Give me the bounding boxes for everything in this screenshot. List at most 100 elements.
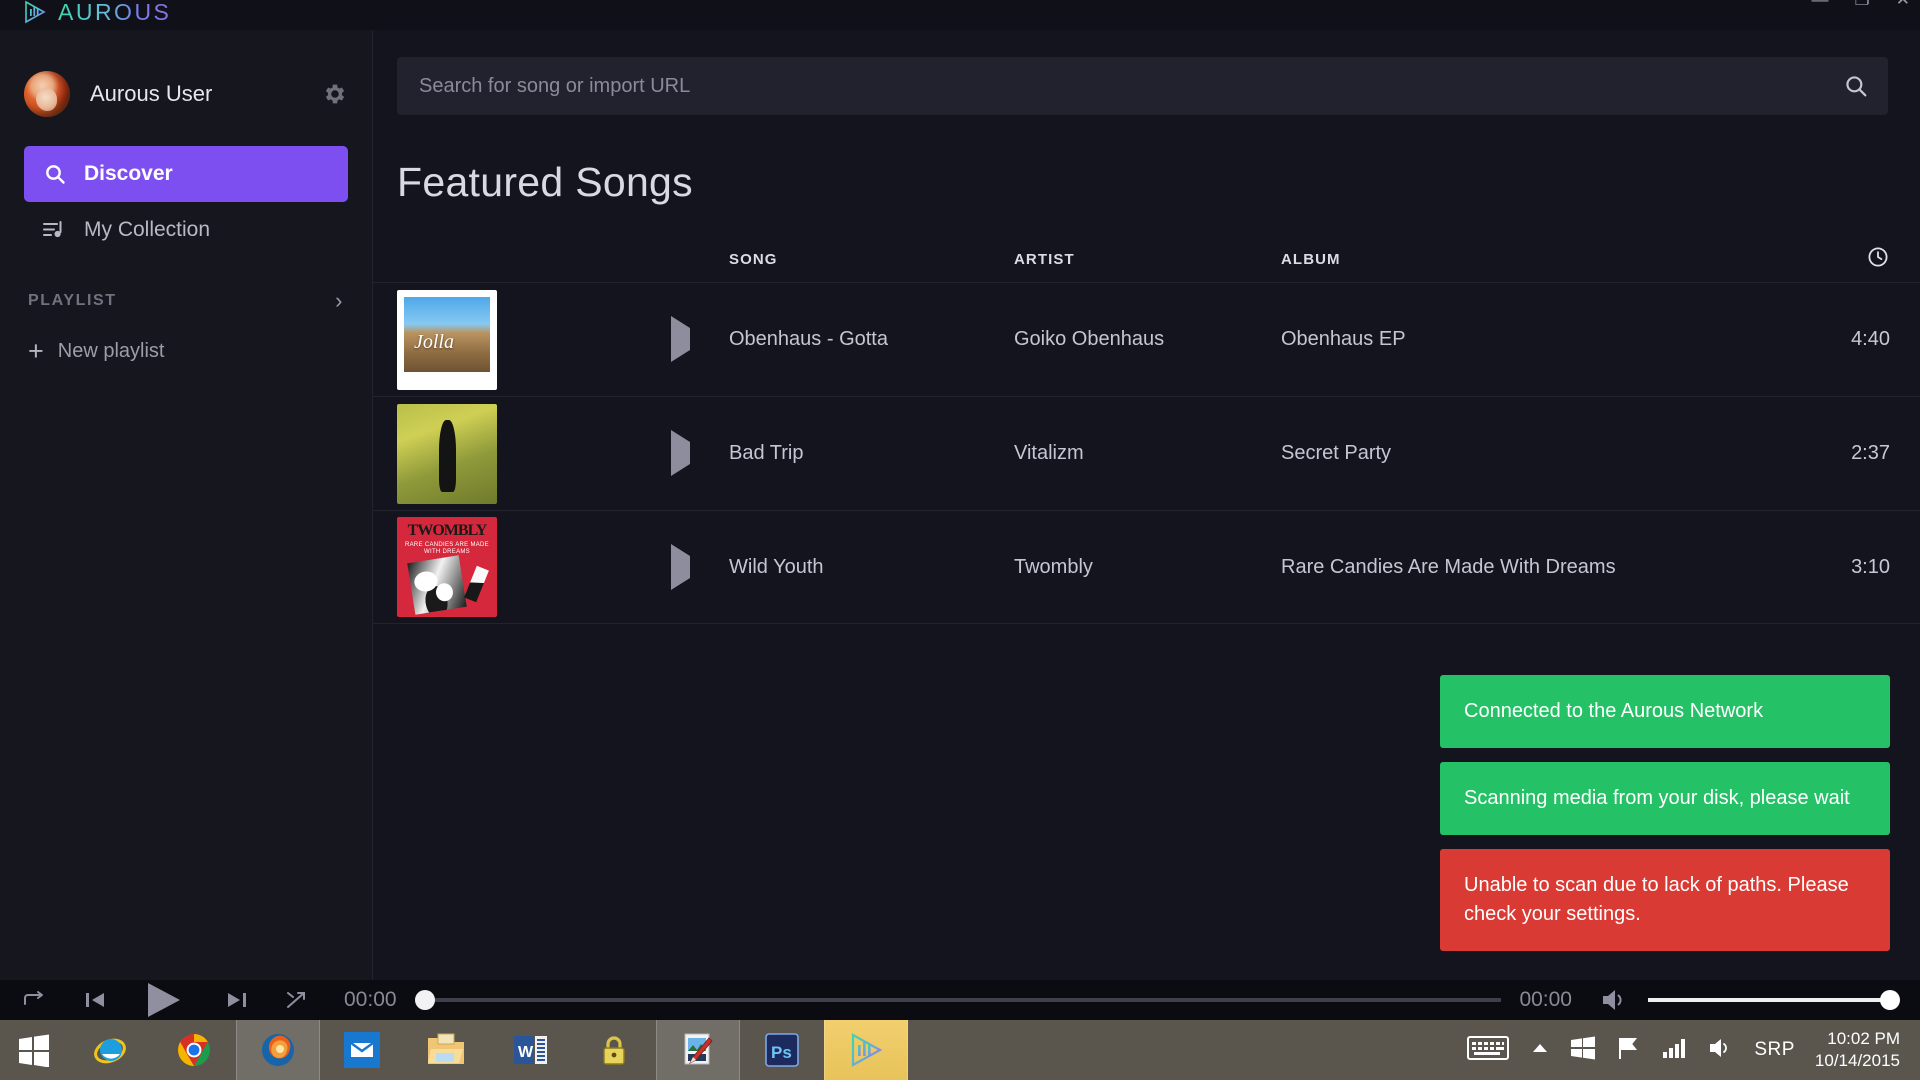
song-duration: 3:10	[1794, 556, 1890, 579]
clock-icon	[1866, 256, 1890, 273]
sidebar: Aurous User Discover	[0, 30, 373, 980]
toast-notification[interactable]: Scanning media from your disk, please wa…	[1440, 762, 1890, 835]
page-title: Featured Songs	[373, 115, 1920, 206]
user-profile[interactable]: Aurous User	[0, 56, 372, 132]
close-button[interactable]: ✕	[1896, 0, 1910, 8]
playlist-section-header[interactable]: PLAYLIST ›	[0, 288, 372, 314]
taskbar-item-google-chrome[interactable]	[152, 1020, 236, 1080]
column-header-duration[interactable]	[1794, 245, 1890, 273]
taskbar-item-internet-explorer[interactable]	[68, 1020, 152, 1080]
playlist-music-icon	[42, 217, 68, 243]
column-header-song: SONG	[729, 251, 1014, 268]
taskbar-item-aurous[interactable]	[824, 1020, 908, 1080]
search-area	[373, 30, 1920, 115]
next-track-icon[interactable]	[224, 987, 250, 1013]
title-bar: AUROUS — ❐ ✕	[0, 0, 1920, 30]
toast-notification[interactable]: Connected to the Aurous Network	[1440, 675, 1890, 748]
speaker-icon[interactable]	[1600, 987, 1630, 1013]
play-icon[interactable]	[142, 980, 186, 1020]
album-cover	[397, 290, 497, 390]
play-icon	[671, 430, 690, 476]
window-controls: — ❐ ✕	[1812, 0, 1911, 8]
language-indicator[interactable]: SRP	[1754, 1039, 1795, 1061]
search-box[interactable]	[397, 57, 1888, 115]
taskbar-item-file-explorer[interactable]	[404, 1020, 488, 1080]
song-title: Obenhaus - Gotta	[729, 328, 1014, 351]
gear-icon[interactable]	[322, 81, 348, 107]
play-icon	[671, 316, 690, 362]
previous-track-icon[interactable]	[82, 987, 108, 1013]
repeat-icon[interactable]	[22, 989, 48, 1011]
windows-taskbar: W	[0, 1020, 1920, 1080]
volume-slider[interactable]	[1648, 998, 1898, 1002]
row-play-button[interactable]	[671, 556, 729, 579]
search-input[interactable]	[397, 75, 1824, 98]
album-art-cell	[397, 404, 671, 504]
svg-text:W: W	[518, 1044, 534, 1061]
notification-stack: Connected to the Aurous Network Scanning…	[1440, 675, 1920, 965]
sidebar-item-discover[interactable]: Discover	[24, 146, 348, 202]
speaker-icon[interactable]	[1708, 1036, 1734, 1065]
clock-time: 10:02 PM	[1827, 1029, 1900, 1048]
sidebar-item-my-collection[interactable]: My Collection	[24, 202, 348, 258]
seek-slider[interactable]	[415, 998, 1502, 1002]
album-art-cell	[397, 290, 671, 390]
row-play-button[interactable]	[671, 328, 729, 351]
taskbar-item-mail[interactable]	[320, 1020, 404, 1080]
sidebar-nav: Discover My Collection	[0, 146, 372, 258]
album-cover	[397, 404, 497, 504]
sidebar-item-label: Discover	[84, 162, 173, 186]
minimize-button[interactable]: —	[1812, 0, 1829, 8]
row-play-button[interactable]	[671, 442, 729, 465]
user-name: Aurous User	[90, 81, 212, 107]
search-icon	[42, 161, 68, 187]
maximize-button[interactable]: ❐	[1855, 0, 1870, 8]
taskbar-item-lock-app[interactable]	[572, 1020, 656, 1080]
main-content: Featured Songs SONG ARTIST ALBUM	[373, 30, 1920, 980]
column-header-album: ALBUM	[1281, 251, 1794, 268]
clock-date: 10/14/2015	[1815, 1051, 1900, 1070]
song-duration: 4:40	[1794, 328, 1890, 351]
song-title: Wild Youth	[729, 556, 1014, 579]
song-album: Obenhaus EP	[1281, 328, 1794, 351]
table-header-row: SONG ARTIST ALBUM	[373, 236, 1920, 282]
system-tray: SRP 10:02 PM 10/14/2015	[1466, 1020, 1920, 1080]
avatar	[24, 71, 70, 117]
windows-start-icon[interactable]	[0, 1020, 68, 1080]
toast-notification[interactable]: Unable to scan due to lack of paths. Ple…	[1440, 849, 1890, 951]
aurous-app-window: AUROUS — ❐ ✕ Aurous User	[0, 0, 1920, 1080]
windows-icon[interactable]	[1570, 1035, 1596, 1066]
sidebar-item-label: My Collection	[84, 218, 210, 242]
svg-text:Ps: Ps	[771, 1043, 792, 1062]
chevron-up-icon[interactable]	[1530, 1041, 1550, 1060]
signal-bars-icon[interactable]	[1662, 1037, 1688, 1064]
taskbar-item-mozilla-firefox[interactable]	[236, 1020, 320, 1080]
seek-handle[interactable]	[415, 990, 435, 1010]
cover-title-text: TWOMBLY	[397, 522, 497, 540]
table-row[interactable]: Bad Trip Vitalizm Secret Party 2:37	[373, 396, 1920, 510]
table-row[interactable]: Obenhaus - Gotta Goiko Obenhaus Obenhaus…	[373, 282, 1920, 396]
album-art-cell: TWOMBLY RARE CANDIES ARE MADE WITH DREAM…	[397, 517, 671, 617]
taskbar-clock[interactable]: 10:02 PM 10/14/2015	[1815, 1028, 1912, 1072]
playlist-section-label: PLAYLIST	[28, 292, 117, 310]
volume-handle[interactable]	[1880, 990, 1900, 1010]
song-artist: Goiko Obenhaus	[1014, 328, 1281, 351]
song-artist: Vitalizm	[1014, 442, 1281, 465]
taskbar-item-photoshop[interactable]: Ps	[740, 1020, 824, 1080]
new-playlist-label: New playlist	[58, 340, 165, 363]
song-album: Secret Party	[1281, 442, 1794, 465]
song-duration: 2:37	[1794, 442, 1890, 465]
shuffle-icon[interactable]	[284, 988, 310, 1012]
chevron-right-icon[interactable]: ›	[335, 288, 344, 314]
table-row[interactable]: TWOMBLY RARE CANDIES ARE MADE WITH DREAM…	[373, 510, 1920, 624]
taskbar-item-microsoft-word[interactable]: W	[488, 1020, 572, 1080]
new-playlist-button[interactable]: + New playlist	[0, 338, 372, 365]
search-button[interactable]	[1824, 57, 1888, 115]
keyboard-icon[interactable]	[1466, 1033, 1510, 1068]
plus-icon: +	[28, 338, 44, 365]
taskbar-item-paint[interactable]	[656, 1020, 740, 1080]
player-bar: 00:00 00:00	[0, 980, 1920, 1020]
flag-icon[interactable]	[1616, 1035, 1642, 1066]
elapsed-time: 00:00	[344, 988, 397, 1012]
total-time: 00:00	[1519, 988, 1572, 1012]
